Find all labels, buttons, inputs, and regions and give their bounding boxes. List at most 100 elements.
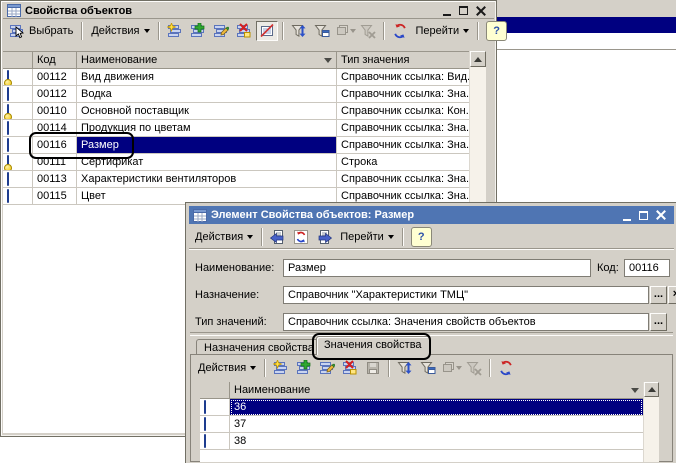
code-field[interactable] — [624, 259, 670, 277]
filter-by-value-button[interactable] — [440, 358, 462, 378]
clear-filter-button[interactable] — [357, 21, 379, 41]
clear-filter-button[interactable] — [463, 358, 485, 378]
form-icon — [193, 209, 207, 222]
edit-item-icon — [319, 360, 335, 376]
backdrop-title-strip — [497, 17, 676, 33]
table-row[interactable]: 00110 Основной поставщик Справочник ссыл… — [3, 103, 469, 120]
chevron-down-icon — [350, 29, 356, 33]
actions-menu-button[interactable]: Действия — [194, 358, 260, 378]
column-header-type[interactable]: Тип значения — [337, 52, 469, 69]
new-item-button[interactable] — [270, 358, 292, 378]
minimize-icon[interactable] — [443, 5, 451, 16]
previous-item-button[interactable] — [267, 227, 289, 247]
actions-menu-button[interactable]: Действия — [191, 227, 257, 247]
table-row[interactable]: 37 — [200, 416, 643, 433]
filter-settings-button[interactable] — [311, 21, 333, 41]
refresh-button[interactable] — [389, 21, 411, 41]
property-values-panel: Действия — [190, 354, 673, 462]
tab-property-values[interactable]: Значения свойства — [316, 336, 430, 355]
purpose-lookup-button[interactable]: ... — [650, 286, 667, 304]
element-toolbar: Действия Перейти ? — [189, 225, 674, 249]
chevron-down-icon — [463, 29, 469, 33]
help-button[interactable]: ? — [411, 227, 432, 247]
column-header-icon[interactable] — [3, 52, 33, 69]
tab-purpose-assignments[interactable]: Назначения свойства — [196, 339, 322, 355]
property-item-icon — [7, 155, 9, 169]
save-ok-button[interactable] — [362, 358, 384, 378]
table-row[interactable]: 38 — [200, 433, 643, 450]
minimize-icon[interactable] — [623, 210, 631, 221]
save-ok-icon — [365, 360, 381, 376]
scroll-up-button[interactable] — [644, 382, 659, 397]
edit-item-button[interactable] — [316, 358, 338, 378]
element-window-titlebar[interactable]: Элемент Свойства объектов: Размер — [189, 206, 674, 224]
type-field-label: Тип значений: — [195, 316, 267, 328]
refresh-icon — [392, 23, 408, 39]
add-item-button[interactable] — [293, 358, 315, 378]
add-item-button[interactable] — [187, 21, 209, 41]
property-item-icon — [7, 87, 9, 101]
type-field[interactable] — [283, 313, 649, 331]
table-row[interactable]: 00112 Водка Справочник ссылка: Зна... — [3, 86, 469, 103]
go-menu-button[interactable]: Перейти — [412, 21, 474, 41]
delete-item-icon — [236, 23, 252, 39]
select-icon — [9, 23, 25, 39]
values-toolbar: Действия — [192, 356, 671, 379]
sort-settings-icon — [397, 360, 413, 376]
new-item-button[interactable] — [164, 21, 186, 41]
toolbar-separator — [158, 22, 159, 40]
table-row-selected[interactable]: 36 — [200, 399, 643, 416]
sort-indicator-icon — [631, 388, 639, 393]
close-icon[interactable] — [656, 210, 666, 220]
chevron-down-icon — [247, 235, 253, 239]
next-item-button[interactable] — [313, 227, 335, 247]
actions-label: Действия — [195, 231, 243, 243]
properties-window-titlebar[interactable]: Свойства объектов — [3, 3, 494, 19]
table-row[interactable]: 00112 Вид движения Справочник ссылка: Ви… — [3, 69, 469, 86]
purpose-field[interactable] — [283, 286, 649, 304]
maximize-icon[interactable] — [639, 211, 648, 220]
edit-in-dialog-icon — [259, 23, 275, 39]
filter-by-value-icon — [334, 23, 350, 39]
toolbar-separator — [282, 22, 283, 40]
select-button[interactable]: Выбрать — [5, 21, 77, 41]
column-header-icon[interactable] — [200, 382, 230, 399]
sort-settings-button[interactable] — [288, 21, 310, 41]
backdrop-menu-strip — [497, 0, 676, 17]
edit-in-dialog-toggle[interactable] — [256, 21, 278, 41]
table-row[interactable]: 00111 Сертификат Строка — [3, 154, 469, 171]
property-item-icon — [7, 121, 9, 135]
reread-icon — [293, 229, 309, 245]
close-icon[interactable] — [476, 6, 486, 16]
properties-toolbar: Выбрать Действия — [3, 20, 494, 42]
help-button[interactable]: ? — [486, 21, 507, 41]
filter-by-value-button[interactable] — [334, 21, 356, 41]
name-field[interactable] — [283, 259, 591, 277]
go-menu-button[interactable]: Перейти — [336, 227, 398, 247]
actions-menu-button[interactable]: Действия — [87, 21, 153, 41]
purpose-clear-button[interactable]: × — [668, 286, 676, 304]
column-header-name[interactable]: Наименование — [230, 382, 643, 399]
column-header-code[interactable]: Код — [33, 52, 77, 69]
sort-settings-button[interactable] — [394, 358, 416, 378]
type-lookup-button[interactable]: ... — [650, 313, 667, 331]
maximize-icon[interactable] — [459, 6, 468, 15]
toolbar-separator — [477, 22, 478, 40]
refresh-icon — [498, 360, 514, 376]
scroll-up-button[interactable] — [470, 51, 486, 67]
table-row[interactable]: 00113 Характеристики вентиляторов Справо… — [3, 171, 469, 188]
edit-item-button[interactable] — [210, 21, 232, 41]
column-header-name[interactable]: Наименование — [77, 52, 337, 69]
table-row[interactable]: 00114 Продукция по цветам Справочник ссы… — [3, 120, 469, 137]
filter-settings-button[interactable] — [417, 358, 439, 378]
chevron-down-icon — [456, 366, 462, 370]
refresh-button[interactable] — [495, 358, 517, 378]
reread-button[interactable] — [290, 227, 312, 247]
scroll-up-icon — [474, 57, 482, 62]
scrollbar[interactable] — [643, 382, 659, 462]
separator-groove — [190, 332, 673, 336]
filter-by-value-icon — [440, 360, 456, 376]
delete-item-button[interactable] — [339, 358, 361, 378]
table-row-selected[interactable]: 00116 Размер Справочник ссылка: Зна... — [3, 137, 469, 154]
delete-item-button[interactable] — [233, 21, 255, 41]
